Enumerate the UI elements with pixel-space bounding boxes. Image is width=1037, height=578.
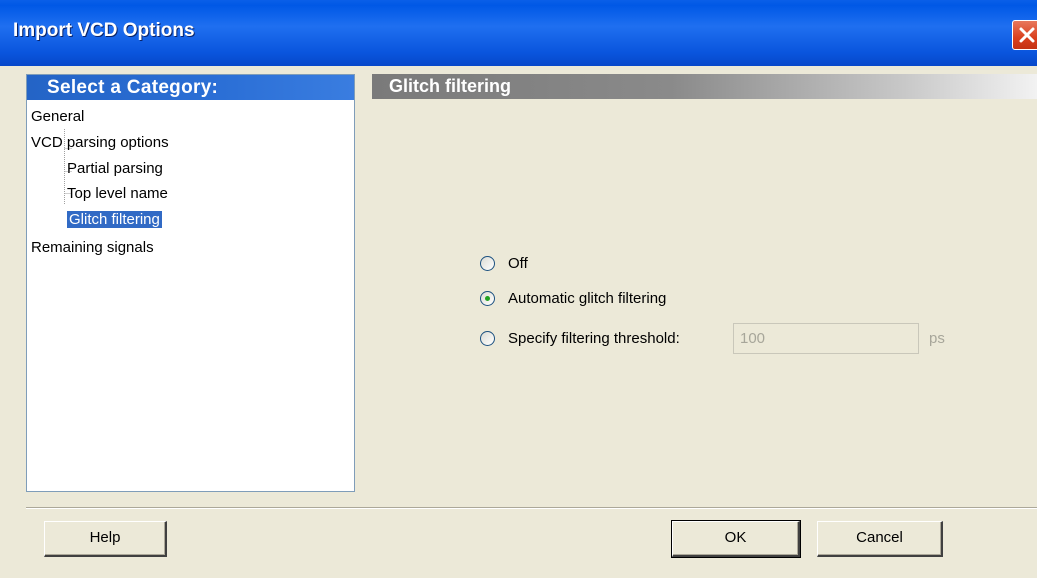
separator — [26, 507, 1037, 509]
close-icon — [1019, 27, 1035, 43]
cancel-button[interactable]: Cancel — [817, 521, 943, 557]
radio-button[interactable] — [480, 290, 495, 306]
ok-button[interactable]: OK — [671, 520, 801, 558]
category-vcd-parsing-options[interactable]: VCD parsing options — [31, 132, 169, 154]
category-label: VCD parsing options — [31, 134, 169, 151]
category-glitch-filtering[interactable]: Glitch filtering — [67, 209, 162, 231]
panel-header: Glitch filtering — [372, 74, 1037, 99]
radio-button[interactable] — [480, 330, 495, 346]
radio-label: Off — [508, 254, 528, 272]
help-button[interactable]: Help — [44, 521, 167, 557]
title-bar: Import VCD Options — [0, 0, 1037, 66]
category-header: Select a Category: — [27, 75, 354, 100]
category-label: Remaining signals — [31, 239, 154, 256]
close-button[interactable] — [1012, 20, 1037, 50]
threshold-input[interactable] — [733, 323, 919, 354]
threshold-unit: ps — [929, 330, 945, 347]
window-title: Import VCD Options — [13, 20, 195, 41]
radio-button[interactable] — [480, 255, 495, 271]
category-remaining-signals[interactable]: Remaining signals — [31, 237, 154, 259]
radio-specify-threshold[interactable]: Specify filtering threshold: — [480, 327, 680, 349]
category-label: Partial parsing — [67, 160, 163, 177]
radio-off[interactable]: Off — [480, 252, 528, 274]
category-partial-parsing[interactable]: Partial parsing — [67, 158, 163, 180]
radio-label: Automatic glitch filtering — [508, 289, 667, 307]
category-label: Top level name — [67, 185, 168, 202]
category-label: Glitch filtering — [67, 211, 162, 228]
category-top-level-name[interactable]: Top level name — [67, 183, 168, 205]
category-label: General — [31, 108, 85, 125]
radio-label: Specify filtering threshold: — [508, 329, 680, 347]
category-general[interactable]: General — [31, 106, 84, 128]
category-list: Select a Category: General VCD parsing o… — [26, 74, 355, 492]
radio-automatic-glitch-filtering[interactable]: Automatic glitch filtering — [480, 287, 666, 309]
